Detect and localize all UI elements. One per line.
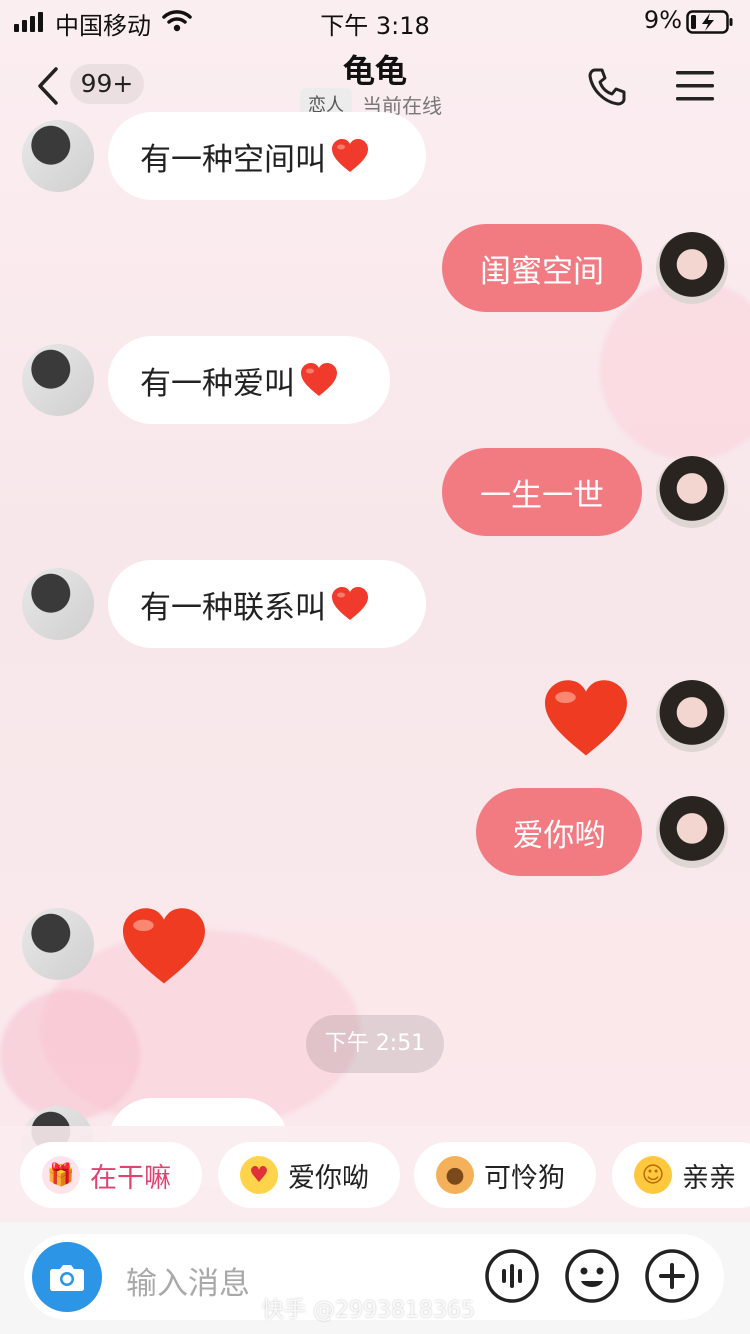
- message-text: 有一种爱叫: [140, 365, 295, 402]
- contact-name: 龟龟: [342, 52, 407, 90]
- message-bubble-outgoing[interactable]: 爱你哟: [476, 788, 642, 876]
- plus-more-icon[interactable]: [644, 1248, 700, 1304]
- quick-reply-label: 在干嘛: [90, 1162, 171, 1194]
- message-text: 爱你哟: [512, 817, 606, 854]
- message-input[interactable]: 输入消息: [126, 1258, 250, 1303]
- background-decoration: [0, 990, 140, 1120]
- background-decoration: [600, 280, 750, 460]
- status-bar: 中国移动 下午 3:18 9%: [0, 0, 750, 44]
- message-text: 一生一世: [480, 477, 604, 514]
- contact-avatar[interactable]: [22, 344, 94, 416]
- message-text: 闺蜜空间: [480, 253, 604, 290]
- quick-reply-chip[interactable]: ☺ 亲亲: [612, 1142, 750, 1208]
- message-timestamp: 下午 2:51: [306, 1015, 444, 1073]
- gift-face-icon: 🎁: [42, 1156, 80, 1194]
- quick-reply-label: 可怜狗: [484, 1162, 565, 1194]
- red-heart-emoji-icon: [332, 587, 368, 620]
- quick-reply-label: 爱你呦: [288, 1162, 369, 1194]
- my-avatar[interactable]: [656, 456, 728, 528]
- clock: 下午 3:18: [320, 12, 430, 40]
- big-heart-emoji-icon[interactable]: [118, 906, 210, 988]
- contact-avatar[interactable]: [22, 908, 94, 980]
- message-bubble-outgoing[interactable]: 一生一世: [442, 448, 642, 536]
- voice-message-icon[interactable]: [484, 1248, 540, 1304]
- camera-icon: [50, 1265, 84, 1291]
- phone-call-icon[interactable]: [586, 66, 628, 108]
- quick-reply-chip[interactable]: ● 可怜狗: [414, 1142, 596, 1208]
- contact-avatar[interactable]: [22, 568, 94, 640]
- big-heart-emoji-icon[interactable]: [540, 678, 632, 760]
- red-heart-emoji-icon: [332, 139, 368, 172]
- battery-charging-icon: [686, 10, 733, 34]
- my-avatar[interactable]: [656, 796, 728, 868]
- message-bubble-incoming[interactable]: 有一种爱叫: [108, 336, 390, 424]
- quick-reply-chip[interactable]: 🎁 在干嘛: [20, 1142, 202, 1208]
- hug-emoji-icon: ☺: [634, 1156, 672, 1194]
- my-avatar[interactable]: [656, 232, 728, 304]
- camera-button[interactable]: [32, 1242, 102, 1312]
- quick-reply-bar: 🎁 在干嘛 ♥ 爱你呦 ● 可怜狗 ☺ 亲亲: [0, 1126, 750, 1222]
- message-bubble-incoming[interactable]: 有一种联系叫: [108, 560, 426, 648]
- message-bubble-outgoing[interactable]: 闺蜜空间: [442, 224, 642, 312]
- puppy-face-icon: ●: [436, 1156, 474, 1194]
- message-bubble-incoming[interactable]: 有一种空间叫: [108, 112, 426, 200]
- watermark: 快手 @2993818365: [262, 1298, 475, 1323]
- menu-icon[interactable]: [676, 70, 714, 102]
- contact-avatar[interactable]: [22, 120, 94, 192]
- quick-reply-chip[interactable]: ♥ 爱你呦: [218, 1142, 400, 1208]
- message-text: 有一种空间叫: [140, 141, 326, 178]
- emoji-face-icon[interactable]: [564, 1248, 620, 1304]
- red-heart-emoji-icon: [301, 363, 337, 396]
- quick-reply-label: 亲亲: [682, 1162, 736, 1194]
- battery-percent: 9%: [643, 6, 682, 34]
- my-avatar[interactable]: [656, 680, 728, 752]
- message-text: 有一种联系叫: [140, 589, 326, 626]
- heart-eyes-emoji-icon: ♥: [240, 1156, 278, 1194]
